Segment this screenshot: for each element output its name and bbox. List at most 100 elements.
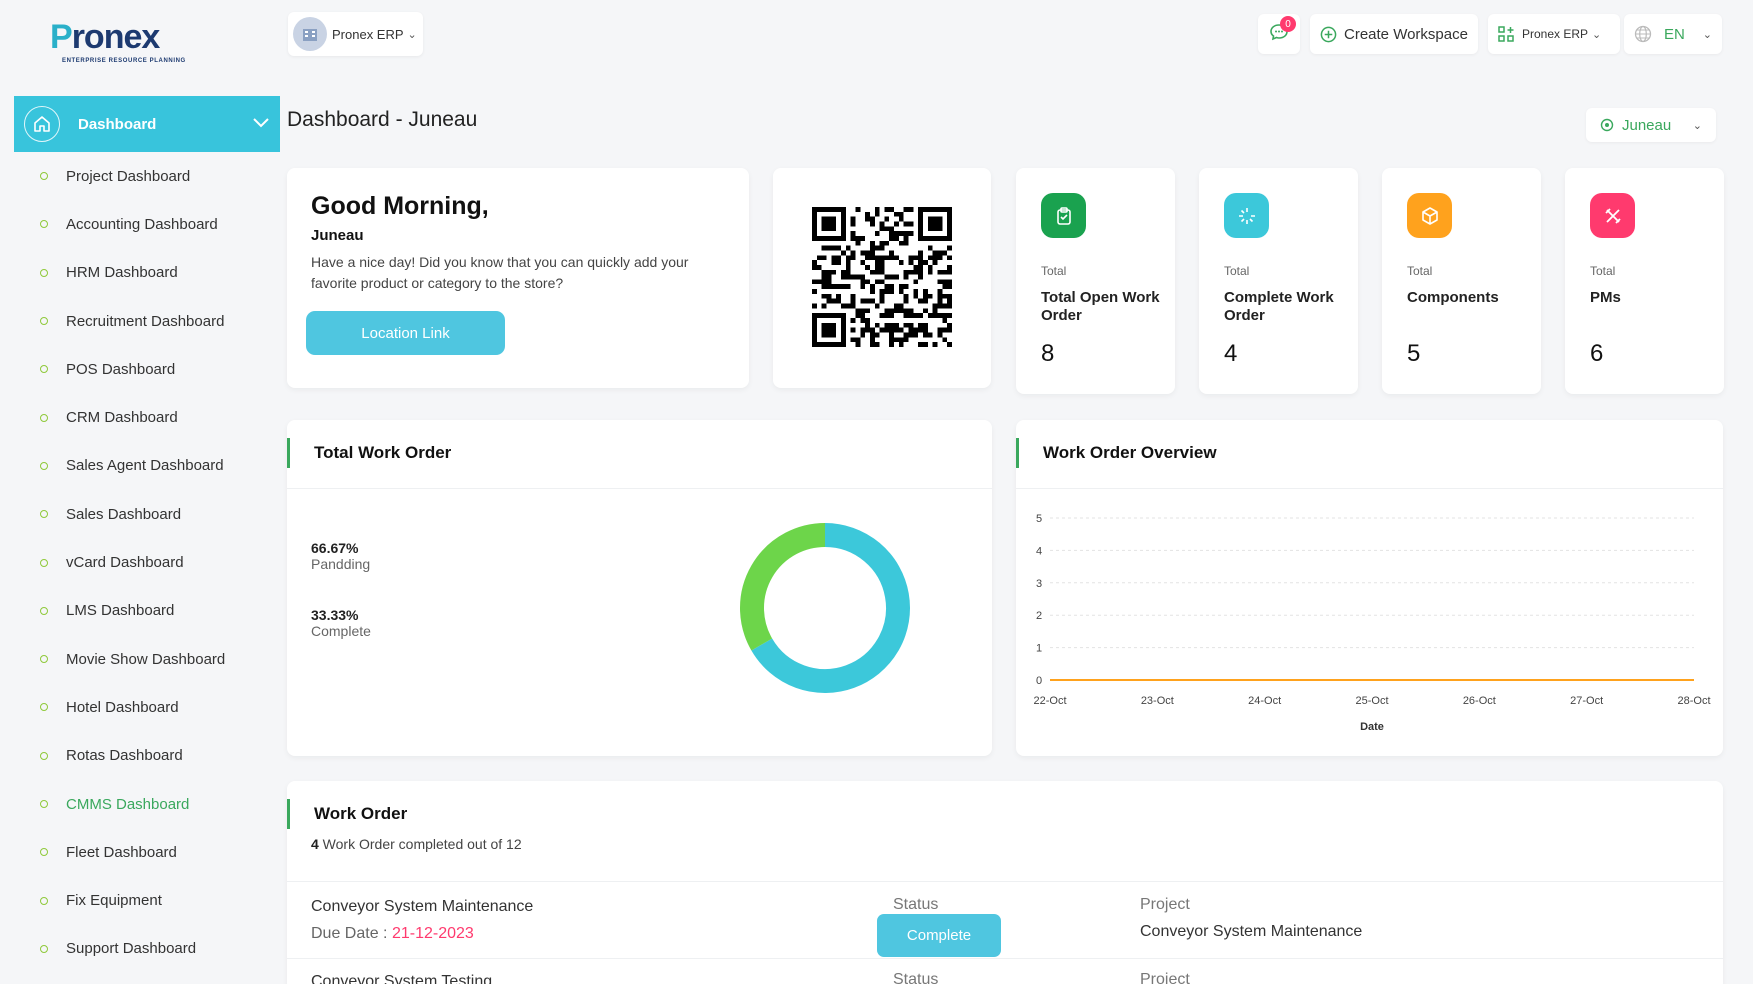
work-order-name: Conveyor System Maintenance	[311, 898, 534, 915]
clipboard-check-icon	[1041, 193, 1086, 238]
workspace-selector[interactable]: Pronex ERP ⌄	[288, 12, 423, 56]
due-date: 21-12-2023	[391, 925, 474, 942]
apps-grid-icon	[1498, 26, 1514, 42]
sidebar-item[interactable]: HRM Dashboard	[38, 249, 278, 297]
sidebar-item[interactable]: Sales Agent Dashboard	[38, 442, 278, 490]
box-icon	[1407, 193, 1452, 238]
sidebar-item-label: POS Dashboard	[66, 360, 176, 378]
sidebar-item[interactable]: Movie Show Dashboard	[38, 635, 278, 683]
location-link-button[interactable]: Location Link	[306, 311, 505, 355]
sidebar-item-label: LMS Dashboard	[66, 602, 175, 620]
x-tick-label: 24-Oct	[1248, 695, 1281, 707]
stat-card[interactable]: Total Total Open Work Order 8	[1016, 168, 1175, 394]
sidebar-item[interactable]: Recruitment Dashboard	[38, 297, 278, 345]
sparkle-cursor-icon	[1224, 193, 1269, 238]
stat-label: PMs	[1590, 289, 1621, 306]
bullet-icon	[40, 172, 48, 181]
sidebar-item[interactable]: Hotel Dashboard	[38, 683, 278, 731]
sidebar-item[interactable]: CMMS Dashboard	[38, 780, 278, 828]
completed-text: Work Order completed out of 12	[318, 836, 522, 852]
x-tick-label: 26-Oct	[1463, 695, 1496, 707]
stat-caption: Total	[1224, 264, 1250, 278]
x-tick-label: 22-Oct	[1033, 695, 1066, 707]
qr-code-card	[773, 168, 991, 388]
sidebar-item[interactable]: POS Dashboard	[38, 345, 278, 393]
sidebar-item[interactable]: Fleet Dashboard	[38, 828, 278, 876]
sidebar-item-label: Hotel Dashboard	[66, 698, 179, 716]
create-workspace-label: Create Workspace	[1344, 25, 1468, 43]
sidebar-item[interactable]: Accounting Dashboard	[38, 200, 278, 248]
globe-icon	[1634, 25, 1652, 43]
sidebar-dashboard-toggle[interactable]: Dashboard	[14, 96, 280, 152]
sidebar-item[interactable]: Fix Equipment	[38, 876, 278, 924]
erp-menu-label: Pronex ERP	[1522, 27, 1589, 41]
language-selector[interactable]: EN ⌄	[1624, 14, 1722, 54]
bullet-icon	[40, 751, 48, 760]
work-order-due: Due Date : 21-12-2023	[311, 925, 474, 943]
donut-slice[interactable]	[740, 523, 826, 651]
greeting-card: Good Morning, Juneau Have a nice day! Di…	[287, 168, 749, 388]
y-tick-label: 0	[1036, 675, 1042, 687]
work-order-overview-card: Work Order Overview 0 1 2 3 4 5 22-Oct 23-Oct 24…	[1016, 420, 1723, 756]
plus-circle-icon	[1320, 26, 1337, 43]
legend-percent: 33.33%	[311, 607, 359, 623]
due-label: Due Date :	[311, 925, 392, 942]
sidebar-item[interactable]: Project Dashboard	[38, 152, 278, 200]
stat-value: 4	[1224, 340, 1238, 367]
chevron-down-icon: ⌄	[1692, 119, 1702, 132]
sidebar-item[interactable]: Rotas Dashboard	[38, 732, 278, 780]
sidebar-item-label: Project Dashboard	[66, 167, 191, 185]
notification-badge: 0	[1280, 16, 1296, 32]
create-workspace-button[interactable]: Create Workspace	[1310, 14, 1478, 54]
greeting-message: Have a nice day! Did you know that you c…	[311, 254, 689, 291]
y-tick-label: 2	[1036, 610, 1042, 622]
sidebar-item[interactable]: LMS Dashboard	[38, 587, 278, 635]
work-order-row[interactable]: Conveyor System Testing Status Project	[287, 958, 1723, 984]
y-tick-label: 5	[1036, 513, 1042, 525]
greeting-name: Juneau	[311, 227, 364, 244]
sidebar-menu: Project Dashboard Accounting Dashboard HRM…	[38, 152, 278, 973]
work-order-row[interactable]: Conveyor System Maintenance Due Date : 2…	[287, 881, 1723, 958]
sidebar-item[interactable]: Sales Dashboard	[38, 490, 278, 538]
legend-item: 66.67% Pandding	[311, 540, 370, 572]
page-title: Dashboard - Juneau	[287, 108, 478, 131]
sidebar-item-label: Recruitment Dashboard	[66, 312, 225, 330]
sidebar-item-label: vCard Dashboard	[66, 554, 184, 572]
legend-name: Pandding	[311, 556, 371, 572]
work-order-name: Conveyor System Testing	[311, 973, 493, 984]
line-chart: 0 1 2 3 4 5 22-Oct 23-Oct 24-Oct 25-Oct 26-Oct 27-O…	[1033, 513, 1710, 733]
stat-label: Components	[1407, 289, 1499, 306]
status-badge[interactable]: Complete	[877, 914, 1001, 957]
bullet-icon	[40, 365, 48, 374]
completed-count: 4	[311, 836, 319, 852]
bullet-icon	[40, 703, 48, 712]
bullet-icon	[40, 800, 48, 808]
x-tick-label: 27-Oct	[1570, 695, 1603, 707]
status-label: Status	[893, 896, 939, 913]
sidebar-item[interactable]: CRM Dashboard	[38, 393, 278, 441]
stat-card[interactable]: Total PMs 6	[1565, 168, 1724, 394]
project-label: Project	[1140, 971, 1190, 984]
bullet-icon	[40, 461, 48, 470]
location-select[interactable]: Juneau ⌄	[1586, 108, 1716, 142]
stat-label: Complete Work Order	[1224, 289, 1334, 324]
stat-card[interactable]: Total Complete Work Order 4	[1199, 168, 1358, 394]
chevron-down-icon: ⌄	[1702, 28, 1712, 41]
sidebar-item[interactable]: Support Dashboard	[38, 925, 278, 973]
sidebar-item-label: Fleet Dashboard	[66, 843, 177, 861]
chevron-down-icon: ⌄	[1592, 28, 1602, 41]
qr-code[interactable]	[812, 207, 952, 347]
bullet-icon	[40, 896, 48, 905]
sidebar-item-label: CMMS Dashboard	[66, 795, 190, 813]
y-tick-label: 1	[1036, 643, 1042, 655]
erp-menu[interactable]: Pronex ERP ⌄	[1488, 14, 1620, 54]
stat-card[interactable]: Total Components 5	[1382, 168, 1541, 394]
logo-word: ronex	[71, 18, 161, 56]
home-icon	[24, 106, 60, 142]
logo-letter: P	[50, 18, 73, 56]
bullet-icon	[40, 268, 48, 277]
brand-logo[interactable]: Pronex ENTERPRISE RESOURCE PLANNING	[50, 18, 190, 68]
stat-label: Total Open Work Order	[1041, 289, 1160, 324]
stat-caption: Total	[1590, 264, 1616, 278]
sidebar-item[interactable]: vCard Dashboard	[38, 538, 278, 586]
